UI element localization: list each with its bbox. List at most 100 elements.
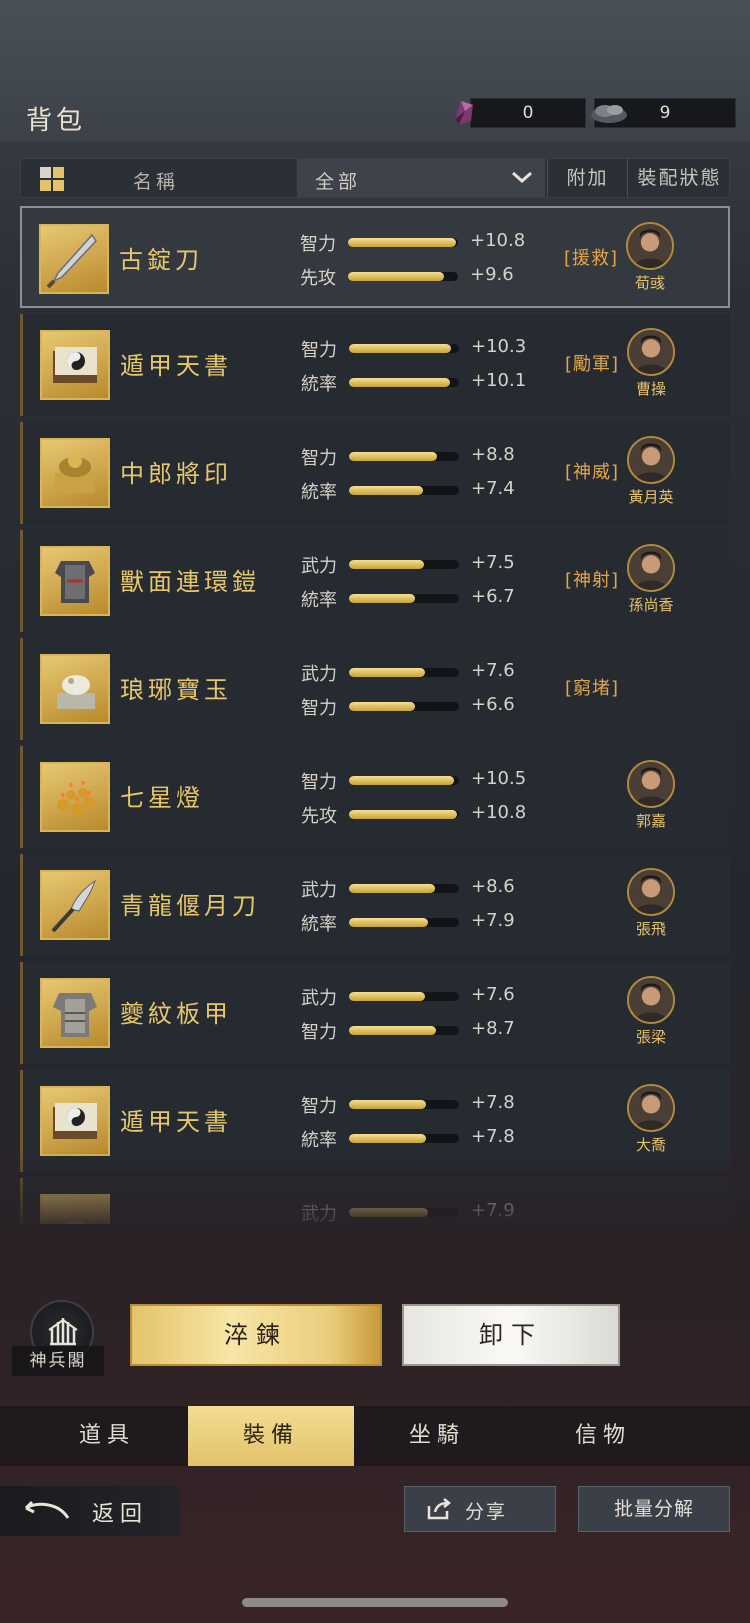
batch-dismantle-button[interactable]: 批量分解 [578,1486,730,1532]
stat-bar [349,668,459,677]
item-name: 中郎將印 [120,460,232,488]
equipped-hero-avatar[interactable] [627,976,675,1024]
stat-bar-fill [349,560,424,569]
equipped-hero-avatar[interactable] [626,222,674,270]
forge-hall-label[interactable]: 神兵閣 [12,1346,104,1376]
stat-bar-fill [349,992,425,1001]
stat-label: 統率 [301,482,337,503]
category-tabs: 道具 裝備 坐騎 信物 [0,1406,750,1466]
stat-bar-fill [349,1134,426,1143]
stat-bar [349,560,459,569]
hero-portrait-icon [629,978,673,1022]
home-indicator[interactable] [242,1598,508,1607]
item-stat-2: 統率 +7.9 [301,910,551,935]
equipped-hero-avatar[interactable] [627,760,675,808]
back-button[interactable]: 返回 [0,1486,180,1536]
item-stat-2: 智力 +8.7 [301,1018,551,1043]
stat-bar-fill [349,1026,436,1035]
equipped-hero-avatar[interactable] [627,328,675,376]
stat-bar-fill [349,884,435,893]
stat-value: +10.5 [471,768,527,789]
share-button[interactable]: 分享 [404,1486,556,1532]
category-dropdown[interactable]: 全部 [297,159,545,197]
stat-bar [349,1100,459,1109]
refine-button[interactable]: 淬鍊 [130,1304,382,1366]
equipped-hero-name: 張梁 [635,1028,666,1046]
stat-value: +8.7 [471,1018,515,1039]
stat-bar-fill [349,344,451,353]
item-thumbnail [40,870,110,940]
item-stat-2: 統率 +7.4 [301,478,551,503]
book-icon [53,347,97,383]
equipped-hero-name: 曹操 [635,380,666,398]
stat-value: +10.3 [471,336,527,357]
equipment-row[interactable]: 遁甲天書 智力 +10.3 統率 +10.1 [勵軍] 曹操 [20,314,730,416]
item-thumbnail [40,438,110,508]
equipped-hero-avatar[interactable] [627,1084,675,1132]
equipment-row[interactable]: 中郎將印 智力 +8.8 統率 +7.4 [神威] 黃月英 [20,422,730,524]
sort-by-name-button[interactable]: 名稱 [133,167,179,194]
equipped-hero-name: 荀彧 [634,274,665,292]
tab-items[interactable]: 道具 [24,1406,190,1466]
equipment-row[interactable]: 青龍偃月刀 武力 +8.6 統率 +7.9 張飛 [20,854,730,956]
grid-view-icon[interactable] [39,166,65,192]
equipment-row[interactable]: 古錠刀 智力 +10.8 先攻 +9.6 [援救] 荀彧 [20,206,730,308]
unequip-button[interactable]: 卸下 [402,1304,620,1366]
stat-label: 智力 [301,1022,337,1043]
stat-label: 智力 [301,448,337,469]
item-skill-tag: [窮堵] [565,678,620,699]
stat-value: +7.9 [471,910,515,931]
glaive-icon [51,879,96,933]
equipment-row[interactable]: 獸面連環鎧 武力 +7.5 統率 +6.7 [神射] 孫尚香 [20,530,730,632]
stat-label: 武力 [301,664,337,685]
equipped-hero-avatar[interactable] [627,544,675,592]
equipment-row[interactable]: 夔紋板甲 武力 +7.6 智力 +8.7 張梁 [20,962,730,1064]
item-stat-1: 智力 +8.8 [301,444,551,469]
stat-label: 智力 [300,234,336,255]
filter-bar: 名稱 全部 附加 裝配狀態 [20,158,730,198]
tab-equipment[interactable]: 裝備 [188,1406,354,1466]
stat-value: +7.6 [471,660,515,681]
equipped-hero-name: 張飛 [635,920,666,938]
tab-tokens[interactable]: 信物 [520,1406,686,1466]
jade-icon [57,675,95,709]
item-skill-tag: [勵軍] [565,354,620,375]
item-stat-1: 武力 +7.6 [301,660,551,685]
chevron-down-icon [512,171,532,184]
stat-bar-fill [349,594,415,603]
item-name: 琅琊寶玉 [120,676,232,704]
hero-portrait-icon [629,762,673,806]
list-fade-overlay [0,1150,750,1230]
equipped-hero-avatar[interactable] [627,436,675,484]
stat-value: +6.7 [471,586,515,607]
item-stat-1: 智力 +10.8 [300,230,550,255]
stat-bar [348,238,458,247]
sort-by-equip-state-button[interactable]: 裝配狀態 [627,159,731,197]
stat-label: 武力 [301,880,337,901]
ore-counter: 9 [591,98,736,128]
stat-bar [348,272,458,281]
item-name: 遁甲天書 [120,1108,232,1136]
equipped-hero-avatar[interactable] [627,868,675,916]
stat-label: 智力 [301,698,337,719]
stat-bar-fill [349,452,437,461]
item-name: 七星燈 [120,784,204,812]
item-skill-tag: [神威] [565,462,620,483]
stat-bar-fill [349,918,428,927]
stat-bar [349,594,459,603]
sort-by-extra-button[interactable]: 附加 [547,159,627,197]
equipment-row[interactable]: 琅琊寶玉 武力 +7.6 智力 +6.6 [窮堵] [20,638,730,740]
stat-bar [349,452,459,461]
category-value: 全部 [315,171,362,193]
forge-hall-icon [48,1318,78,1346]
hero-portrait-icon [629,438,673,482]
item-thumbnail [39,224,109,294]
stat-bar [349,1134,459,1143]
stat-bar [349,992,459,1001]
tab-mounts[interactable]: 坐騎 [354,1406,520,1466]
stat-value: +7.6 [471,984,515,1005]
hero-portrait-icon [629,330,673,374]
equipment-row[interactable]: 七星燈 智力 +10.5 先攻 +10.8 郭嘉 [20,746,730,848]
item-stat-1: 武力 +7.5 [301,552,551,577]
gem-icon [455,101,473,125]
